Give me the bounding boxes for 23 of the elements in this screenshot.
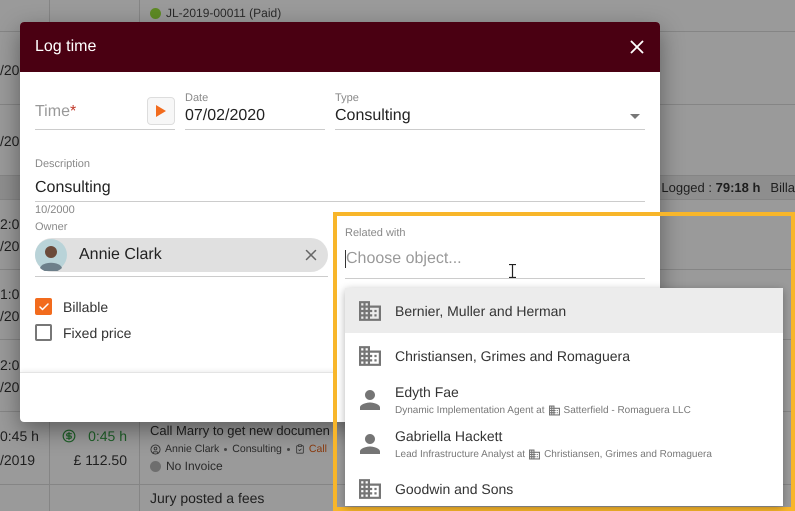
date-text: /20 [0,62,20,78]
billable-label: Billa [770,180,795,195]
duration-text: 1:0 [0,286,20,302]
date-text: /20 [0,133,20,149]
amount-text: £ 112.50 [74,452,127,468]
duration-text: 0:45 h [0,428,39,444]
time-type: Consulting [232,443,282,455]
character-counter: 10/2000 [35,204,76,216]
date-text: /2019 [0,452,36,468]
owner-label: Owner [35,220,68,234]
date-text: /20 [0,308,20,324]
entry-title: Call Marry to get new documen [150,423,330,439]
duration-text: 2:0 [0,356,20,372]
dialog-title: Log time [35,38,96,56]
logged-total: Logged : 79:18 h [661,180,760,195]
billed-time: 0:45 h [88,428,127,444]
date-text: /20 [0,238,20,254]
owner-name: Annie Clark [165,443,220,455]
invoice-status: JL-2019-00011 (Paid) [166,6,282,20]
invoice-status: No Invoice [166,459,223,473]
date-text: /20 [0,378,20,394]
entry-title: Jury posted a fees [150,490,264,506]
duration-text: 2:0 [0,216,20,232]
